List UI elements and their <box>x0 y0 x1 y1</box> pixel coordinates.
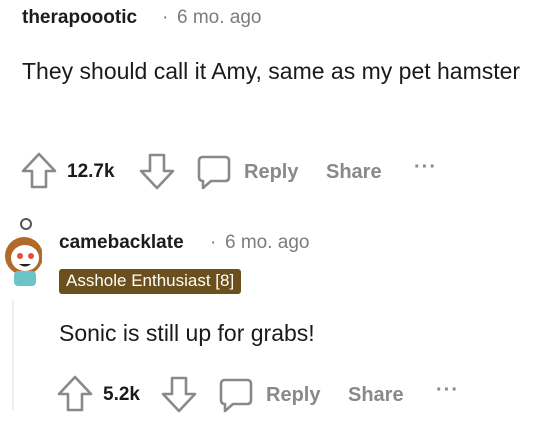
comment-bubble-icon[interactable] <box>218 377 254 413</box>
vote-count: 12.7k <box>67 161 115 182</box>
vote-count: 5.2k <box>103 384 140 405</box>
comment-username[interactable]: therapoootic <box>22 7 137 29</box>
downvote-icon[interactable] <box>139 152 175 190</box>
downvote-icon[interactable] <box>161 375 197 413</box>
upvote-icon[interactable] <box>57 375 93 413</box>
thread-line[interactable] <box>12 300 14 410</box>
more-options-button[interactable]: ··· <box>414 156 437 179</box>
comment-bubble-icon[interactable] <box>196 154 232 190</box>
reply-button[interactable]: Reply <box>266 384 320 407</box>
avatar[interactable] <box>0 216 42 288</box>
comment-timestamp[interactable]: 6 mo. ago <box>225 232 310 254</box>
share-button[interactable]: Share <box>326 161 382 184</box>
comment-timestamp[interactable]: 6 mo. ago <box>177 7 262 29</box>
meta-separator: · <box>210 232 217 253</box>
more-options-button[interactable]: ··· <box>436 379 459 402</box>
reply-button[interactable]: Reply <box>244 161 298 184</box>
comment-body: They should call it Amy, same as my pet … <box>22 58 521 84</box>
comment-body: Sonic is still up for grabs! <box>59 320 315 346</box>
meta-separator: · <box>162 7 169 28</box>
comment-username[interactable]: camebacklate <box>59 232 184 254</box>
share-button[interactable]: Share <box>348 384 404 407</box>
user-flair: Asshole Enthusiast [8] <box>59 269 242 294</box>
upvote-icon[interactable] <box>21 152 57 190</box>
